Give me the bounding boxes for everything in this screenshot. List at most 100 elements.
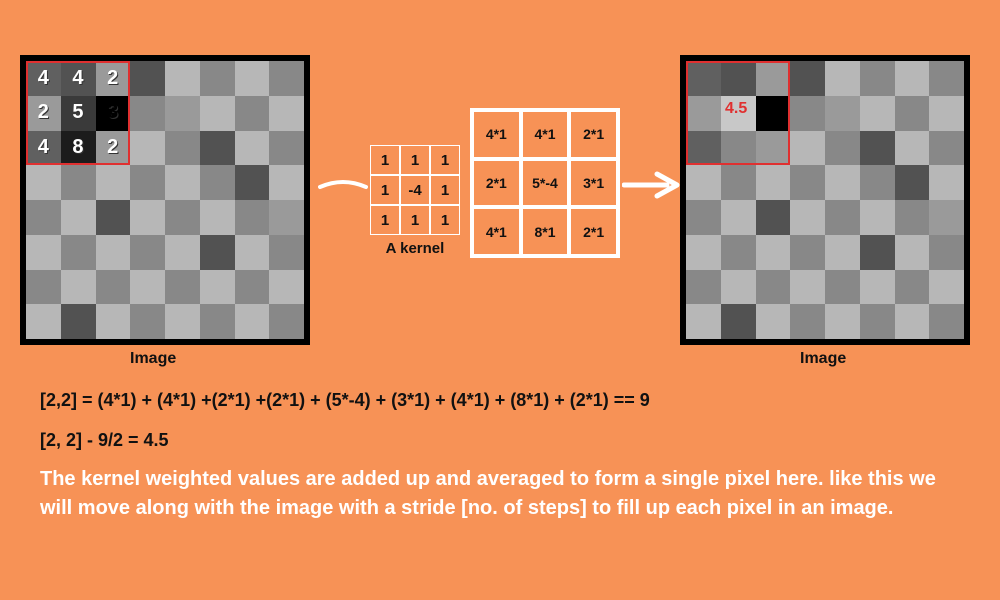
pixel-cell — [269, 165, 304, 200]
pixel-cell — [825, 96, 860, 131]
pixel-cell — [929, 61, 964, 96]
pixel-cell — [200, 304, 235, 339]
pixel-cell — [860, 270, 895, 305]
pixel-cell — [860, 304, 895, 339]
pixel-cell — [790, 270, 825, 305]
pixel-cell — [96, 304, 131, 339]
pixel-cell — [860, 235, 895, 270]
pixel-cell — [235, 96, 270, 131]
pixel-cell — [269, 200, 304, 235]
pixel-cell — [130, 165, 165, 200]
pixel-cell — [756, 200, 791, 235]
pixel-cell — [825, 165, 860, 200]
overlay-number: 4 — [26, 61, 61, 96]
pixel-cell — [895, 96, 930, 131]
pixel-cell — [26, 304, 61, 339]
pixel-cell — [895, 131, 930, 166]
product-cell: 4*1 — [474, 209, 519, 254]
pixel-cell — [929, 200, 964, 235]
pixel-cell — [165, 235, 200, 270]
pixel-cell — [756, 304, 791, 339]
pixel-cell — [26, 235, 61, 270]
pixel-cell — [929, 270, 964, 305]
pixel-cell — [860, 61, 895, 96]
pixel-cell — [756, 270, 791, 305]
pixel-cell — [130, 96, 165, 131]
pixel-cell — [96, 235, 131, 270]
description-text: The kernel weighted values are added up … — [40, 465, 960, 523]
pixel-cell — [686, 165, 721, 200]
pixel-cell — [61, 304, 96, 339]
pixel-cell — [165, 165, 200, 200]
pixel-cell — [929, 304, 964, 339]
pixel-cell — [165, 304, 200, 339]
input-image-label: Image — [130, 350, 176, 368]
pixel-cell — [165, 131, 200, 166]
overlay-number: 2 — [26, 96, 61, 131]
pixel-cell — [895, 235, 930, 270]
product-cell: 4*1 — [523, 112, 568, 157]
product-cell: 5*-4 — [523, 161, 568, 206]
product-cell: 2*1 — [571, 209, 616, 254]
pixel-cell — [721, 165, 756, 200]
pixel-cell — [200, 131, 235, 166]
pixel-cell — [130, 235, 165, 270]
equation-line-2: [2, 2] - 9/2 = 4.5 — [40, 430, 169, 451]
pixel-cell — [269, 96, 304, 131]
pixel-cell — [200, 165, 235, 200]
pixel-cell — [165, 61, 200, 96]
pixel-cell — [269, 270, 304, 305]
kernel-cell: 1 — [370, 205, 400, 235]
pixel-cell — [825, 61, 860, 96]
pixel-cell — [96, 270, 131, 305]
kernel-cell: -4 — [400, 175, 430, 205]
pixel-cell — [790, 131, 825, 166]
pixel-cell — [895, 200, 930, 235]
pixel-cell — [790, 235, 825, 270]
arrow-icon — [318, 175, 368, 200]
pixel-cell — [895, 270, 930, 305]
pixel-cell — [929, 235, 964, 270]
pixel-cell — [756, 165, 791, 200]
pixel-cell — [929, 165, 964, 200]
kernel-cell: 1 — [430, 175, 460, 205]
pixel-cell — [790, 61, 825, 96]
product-grid: 4*14*12*12*15*-43*14*18*12*1 — [470, 108, 620, 258]
pixel-cell — [165, 96, 200, 131]
pixel-cell — [130, 304, 165, 339]
pixel-cell — [721, 200, 756, 235]
pixel-cell — [130, 61, 165, 96]
pixel-cell — [200, 200, 235, 235]
product-cell: 8*1 — [523, 209, 568, 254]
kernel-label: A kernel — [370, 240, 460, 257]
overlay-number: 8 — [61, 130, 96, 165]
pixel-cell — [235, 304, 270, 339]
pixel-cell — [721, 270, 756, 305]
pixel-cell — [200, 270, 235, 305]
pixel-cell — [26, 200, 61, 235]
pixel-cell — [825, 235, 860, 270]
kernel-grid: 1111-41111 — [370, 145, 460, 235]
pixel-cell — [235, 61, 270, 96]
pixel-cell — [200, 96, 235, 131]
pixel-cell — [269, 131, 304, 166]
pixel-cell — [895, 165, 930, 200]
pixel-cell — [790, 96, 825, 131]
kernel-cell: 1 — [400, 145, 430, 175]
output-result-value: 4.5 — [725, 100, 747, 118]
pixel-cell — [61, 235, 96, 270]
pixel-cell — [61, 270, 96, 305]
kernel-cell: 1 — [430, 205, 460, 235]
pixel-cell — [686, 235, 721, 270]
pixel-cell — [686, 200, 721, 235]
pixel-cell — [61, 165, 96, 200]
pixel-cell — [929, 131, 964, 166]
input-overlay-numbers: 442253482 — [26, 61, 130, 165]
pixel-cell — [269, 304, 304, 339]
product-cell: 3*1 — [571, 161, 616, 206]
pixel-cell — [235, 235, 270, 270]
output-image-label: Image — [800, 350, 846, 368]
kernel-cell: 1 — [430, 145, 460, 175]
pixel-cell — [895, 61, 930, 96]
kernel-cell: 1 — [400, 205, 430, 235]
